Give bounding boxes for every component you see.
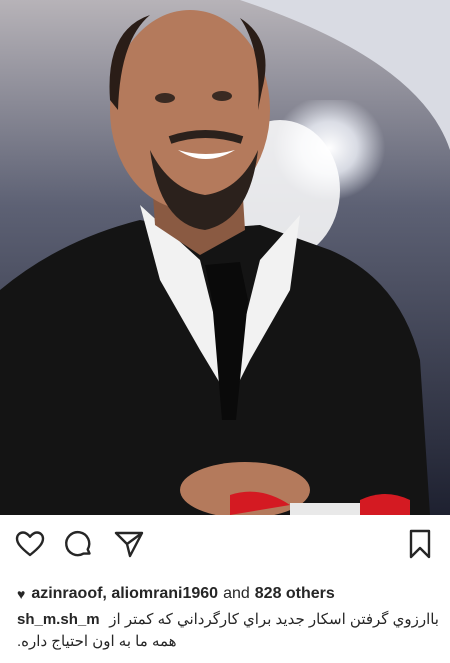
post-image[interactable] [0, 0, 450, 515]
heart-filled-icon: ♥ [17, 586, 26, 602]
caption-text-line1: باارزوي گرفتن اسكار جديد براي كارگرداني … [109, 611, 439, 628]
caption-text-line2: .همه ما به اون احتياج داره [17, 633, 177, 650]
heart-outline-icon[interactable] [14, 528, 46, 560]
caption-username[interactable]: sh_m.sh_m [17, 609, 100, 631]
action-bar [0, 515, 450, 575]
paper-plane-icon[interactable] [113, 528, 145, 560]
bookmark-icon[interactable] [404, 528, 436, 560]
liker-username[interactable]: azinraoof, [31, 585, 107, 603]
post-caption: sh_m.sh_m باارزوي گرفتن اسكار جديد براي … [17, 609, 439, 653]
liker-username[interactable]: aliomrani1960 [111, 585, 218, 603]
comment-bubble-icon[interactable] [62, 528, 94, 560]
likes-and: and [223, 585, 250, 602]
likes-summary[interactable]: ♥ azinraoof, aliomrani1960 and 828 other… [17, 583, 335, 605]
likes-others-count[interactable]: 828 others [255, 585, 335, 603]
